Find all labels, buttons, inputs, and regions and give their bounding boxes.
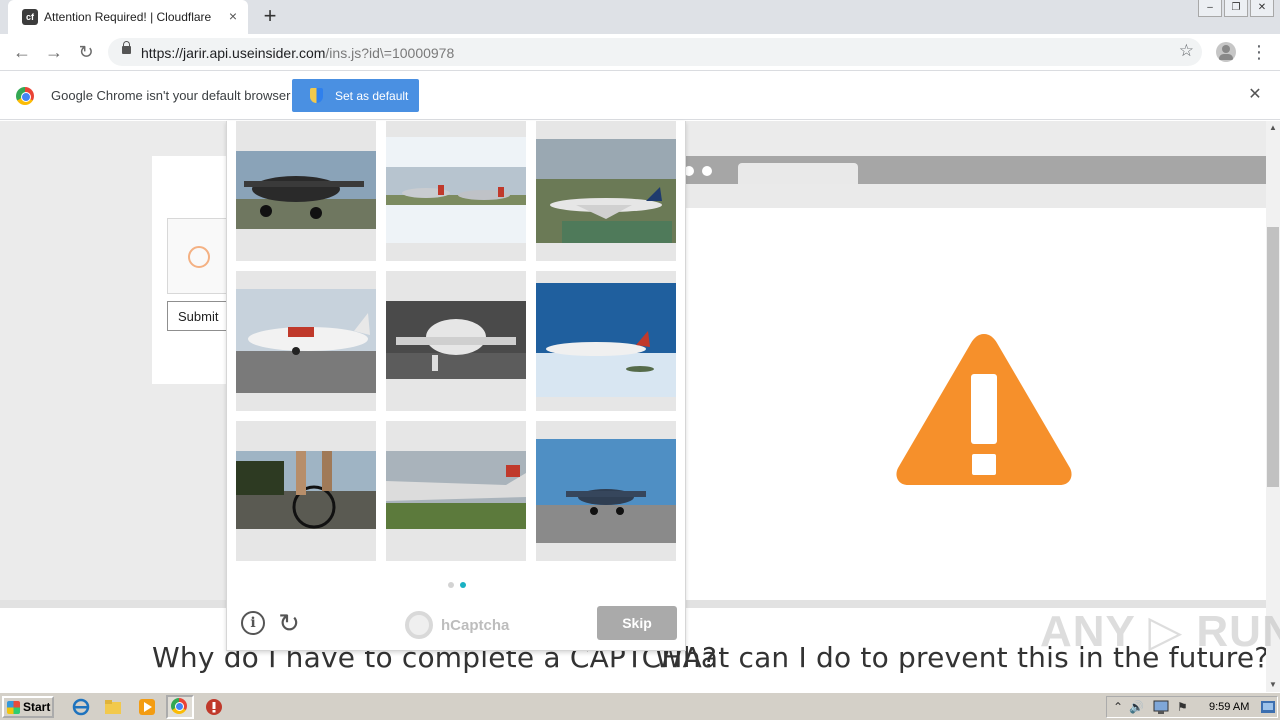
tray-expand-icon[interactable]: ⌃ — [1113, 700, 1123, 714]
default-browser-infobar: Google Chrome isn't your default browser… — [0, 70, 1280, 120]
illustration-tab — [738, 163, 858, 184]
uac-shield-icon — [310, 88, 323, 103]
show-desktop-icon[interactable] — [1261, 701, 1275, 713]
start-label: Start — [23, 700, 51, 714]
challenge-image-9[interactable] — [536, 421, 676, 561]
scroll-thumb[interactable] — [1267, 227, 1279, 487]
anyrun-watermark: ANY ▷ RUN — [1040, 607, 1280, 656]
windows-taskbar: Start ⌃ 🔊 ⚑ 9:59 AM — [0, 692, 1280, 720]
stop-sign-icon[interactable] — [205, 698, 223, 716]
infobar-message: Google Chrome isn't your default browser — [51, 88, 291, 103]
lock-icon — [122, 41, 131, 54]
pager-dot-active[interactable] — [460, 582, 466, 588]
airplane-image — [386, 301, 526, 379]
challenge-image-7[interactable] — [236, 421, 376, 561]
airplane-image — [386, 451, 526, 529]
hcaptcha-challenge: i ↻ hCaptcha Skip — [226, 121, 686, 651]
media-player-icon[interactable] — [138, 698, 156, 716]
scroll-down-arrow-icon[interactable]: ▼ — [1266, 678, 1280, 692]
file-explorer-icon[interactable] — [104, 698, 122, 716]
window-controls: – ❐ ✕ — [1198, 0, 1274, 18]
airplane-image — [536, 139, 676, 243]
tab-strip: cf Attention Required! | Cloudflare × + … — [0, 0, 1280, 34]
taskbar-clock[interactable]: 9:59 AM — [1209, 701, 1249, 713]
system-tray: ⌃ 🔊 ⚑ 9:59 AM — [1106, 696, 1278, 718]
challenge-image-3[interactable] — [536, 121, 676, 261]
refresh-icon[interactable]: ↻ — [275, 609, 303, 637]
start-button[interactable]: Start — [2, 696, 54, 718]
skip-button[interactable]: Skip — [597, 606, 677, 640]
address-bar[interactable]: https://jarir.api.useinsider.com/ins.js?… — [108, 38, 1202, 66]
challenge-image-1[interactable] — [236, 121, 376, 261]
minimize-button[interactable]: – — [1198, 0, 1222, 17]
tab-close-icon[interactable]: × — [224, 7, 242, 25]
close-window-button[interactable]: ✕ — [1250, 0, 1274, 17]
challenge-image-8[interactable] — [386, 421, 526, 561]
taskbar-chrome-button[interactable] — [166, 695, 194, 719]
pager-dot[interactable] — [448, 582, 454, 588]
address-url: https://jarir.api.useinsider.com/ins.js?… — [141, 45, 454, 61]
challenge-image-2[interactable] — [386, 121, 526, 261]
airplane-image — [386, 137, 526, 243]
new-tab-button[interactable]: + — [258, 4, 282, 28]
hcaptcha-logo-icon — [405, 611, 433, 639]
airplane-image — [536, 283, 676, 397]
warning-icon — [896, 334, 1072, 485]
cf-favicon-icon: cf — [22, 9, 38, 25]
forward-button[interactable]: → — [42, 40, 66, 64]
loading-spinner-icon — [188, 246, 210, 268]
action-center-flag-icon[interactable]: ⚑ — [1177, 700, 1188, 714]
airplane-image — [236, 289, 376, 393]
submit-label: Submit — [178, 309, 219, 324]
profile-avatar-icon[interactable] — [1216, 42, 1236, 62]
back-button[interactable]: ← — [10, 40, 34, 64]
restore-button[interactable]: ❐ — [1224, 0, 1248, 17]
chrome-logo-icon — [171, 698, 187, 714]
tab-title: Attention Required! | Cloudflare — [44, 10, 212, 24]
chrome-logo-icon — [16, 87, 34, 105]
challenge-image-4[interactable] — [236, 271, 376, 411]
submit-button[interactable]: Submit — [167, 301, 231, 331]
infobar-close-icon[interactable]: ✕ — [1246, 86, 1264, 104]
internet-explorer-icon[interactable] — [72, 698, 90, 716]
volume-icon[interactable]: 🔊 — [1129, 700, 1144, 714]
set-as-default-label: Set as default — [335, 89, 409, 103]
illustration-toolbar — [684, 184, 1266, 208]
browser-tab[interactable]: cf Attention Required! | Cloudflare × — [8, 0, 248, 34]
bicycle-image — [236, 451, 376, 529]
url-host: https://jarir.api.useinsider.com — [141, 45, 326, 61]
illustration-dot — [702, 166, 712, 176]
bookmark-star-icon[interactable]: ☆ — [1179, 41, 1194, 61]
reload-button[interactable]: ↻ — [74, 40, 98, 64]
browser-toolbar: ← → ↻ https://jarir.api.useinsider.com/i… — [0, 34, 1280, 70]
set-as-default-button[interactable]: Set as default — [292, 79, 419, 112]
hcaptcha-brand: hCaptcha — [441, 617, 510, 634]
airplane-image — [536, 439, 676, 543]
challenge-image-5[interactable] — [386, 271, 526, 411]
network-icon[interactable] — [1153, 700, 1169, 715]
challenge-image-6[interactable] — [536, 271, 676, 411]
chrome-menu-icon[interactable]: ⋮ — [1250, 40, 1268, 64]
windows-logo-icon — [7, 701, 20, 714]
info-icon[interactable]: i — [241, 611, 265, 635]
scroll-up-arrow-icon[interactable]: ▲ — [1266, 121, 1280, 135]
airplane-image — [236, 151, 376, 229]
url-path: /ins.js?id\=10000978 — [325, 45, 455, 61]
